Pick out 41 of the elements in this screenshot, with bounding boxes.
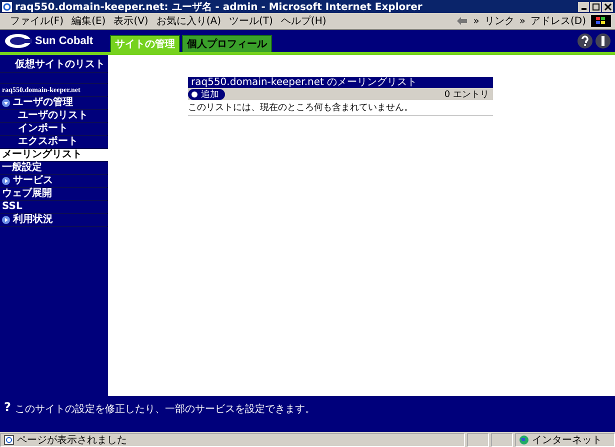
logout-icon[interactable] — [595, 33, 611, 49]
cobalt-logo-icon — [4, 33, 32, 49]
menu-item[interactable]: ツール(T) — [229, 14, 273, 28]
add-button[interactable]: 追加 — [188, 88, 225, 100]
help-text: このサイトの設定を修正したり、一部のサービスを設定できます。 — [14, 402, 315, 416]
empty-message: このリストには、現在のところ何も含まれていません。 — [188, 100, 493, 116]
links-chevron[interactable]: » — [519, 16, 526, 26]
menu-item[interactable]: ヘルプ(H) — [280, 14, 326, 28]
close-icon — [604, 2, 612, 10]
address-label: アドレス(D) — [530, 15, 586, 28]
toolbar-chevron[interactable]: » — [473, 16, 480, 26]
minimize-icon — [580, 8, 586, 10]
menu-item[interactable]: 編集(E) — [72, 14, 106, 28]
windows-logo-icon — [591, 15, 611, 27]
links-label[interactable]: リンク — [484, 14, 514, 28]
sidebar-item[interactable]: メーリングリスト — [0, 149, 108, 162]
sidebar-item[interactable]: 利用状況 — [0, 214, 108, 227]
status-panel — [491, 432, 513, 446]
dot-icon — [191, 90, 198, 98]
help-icon: ? — [4, 400, 11, 414]
panel-title: raq550.domain-keeper.net のメーリングリスト — [188, 77, 493, 88]
brand-name: Sun Cobalt — [35, 35, 94, 47]
entry-count: 0 エントリ — [444, 88, 490, 100]
menu-item[interactable]: ファイル(F) — [10, 14, 64, 28]
browser-icon — [2, 2, 12, 12]
tab[interactable]: 個人プロフィール — [182, 35, 272, 52]
maximize-button[interactable] — [590, 2, 601, 12]
close-button[interactable] — [602, 2, 613, 12]
status-panel — [467, 432, 489, 446]
menu-item[interactable]: 表示(V) — [114, 14, 148, 28]
maximize-icon — [592, 2, 600, 10]
help-icon[interactable] — [577, 33, 593, 49]
sidebar-item[interactable]: サービス — [0, 175, 108, 188]
minimize-button[interactable] — [578, 2, 589, 12]
status-text: ページが表示されました — [17, 434, 127, 446]
back-arrow-icon[interactable] — [456, 16, 468, 26]
menu-item[interactable]: お気に入り(A) — [156, 14, 221, 28]
window-title: raq550.domain-keeper.net: ユーザ名 - admin - Microsoft Internet Explorer — [15, 0, 424, 14]
zone-text: インターネット — [532, 434, 602, 446]
globe-icon — [519, 434, 529, 444]
sidebar-item[interactable]: ユーザの管理 — [0, 97, 108, 110]
